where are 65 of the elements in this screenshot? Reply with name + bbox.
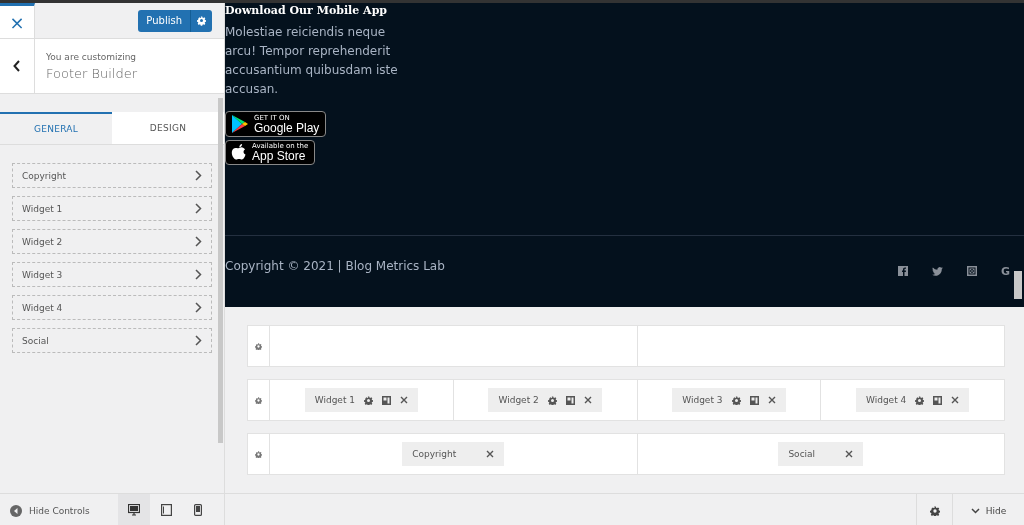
gear-icon bbox=[197, 15, 206, 26]
layout-icon[interactable] bbox=[565, 395, 575, 405]
badge-title: Google Play bbox=[254, 121, 320, 134]
layout-icon[interactable] bbox=[933, 395, 943, 405]
close-icon[interactable] bbox=[951, 396, 960, 404]
sidebar-item[interactable]: Social bbox=[12, 328, 212, 353]
gear-icon bbox=[255, 342, 262, 350]
gear-icon bbox=[255, 450, 262, 458]
scrollbar[interactable] bbox=[218, 98, 223, 443]
social-link[interactable]: G bbox=[1000, 264, 1010, 278]
widget-chip[interactable]: Widget 3 bbox=[672, 388, 786, 412]
back-circle-icon bbox=[10, 505, 22, 517]
chevron-icon bbox=[195, 335, 202, 346]
customizing-label: You are customizing bbox=[46, 51, 138, 62]
sidebar-item[interactable]: Widget 3 bbox=[12, 262, 212, 287]
layout-icon[interactable] bbox=[749, 395, 759, 405]
layout-icon[interactable] bbox=[382, 395, 391, 405]
close-icon[interactable] bbox=[845, 450, 854, 458]
gear-icon[interactable] bbox=[915, 395, 925, 405]
widget-chip[interactable]: Social bbox=[778, 442, 864, 466]
twitter-icon[interactable] bbox=[931, 266, 943, 276]
close-icon[interactable] bbox=[400, 396, 408, 404]
facebook-icon[interactable] bbox=[897, 266, 908, 276]
close-icon[interactable] bbox=[486, 450, 495, 458]
sidebar-item[interactable]: Widget 2 bbox=[12, 229, 212, 254]
sidebar-item[interactable]: Copyright bbox=[12, 163, 212, 188]
close-icon[interactable] bbox=[583, 396, 592, 404]
desktop-icon bbox=[128, 503, 140, 516]
gear-icon[interactable] bbox=[547, 395, 557, 405]
footer-heading: Download Our Mobile App bbox=[225, 4, 389, 17]
hide-controls-button[interactable]: Hide Controls bbox=[10, 505, 90, 517]
widget-chip[interactable]: Copyright bbox=[402, 442, 505, 466]
play-icon bbox=[231, 114, 249, 134]
mobile-icon bbox=[194, 503, 202, 516]
section-title: Footer Builder bbox=[46, 65, 138, 81]
close-button[interactable]: × bbox=[0, 3, 35, 38]
chevron-left-icon bbox=[13, 60, 21, 72]
tablet-icon bbox=[160, 503, 172, 516]
gear-icon[interactable] bbox=[731, 395, 741, 405]
chevron-down-icon bbox=[970, 508, 980, 514]
copyright-text: Copyright © 2021 | Blog Metrics Lab bbox=[225, 259, 445, 273]
chevron-icon bbox=[195, 236, 202, 247]
widget-chip[interactable]: Widget 4 bbox=[856, 388, 970, 412]
chevron-icon bbox=[195, 170, 202, 181]
chevron-icon bbox=[195, 269, 202, 280]
widget-chip[interactable]: Widget 1 bbox=[304, 388, 418, 412]
hide-button[interactable]: Hide bbox=[952, 494, 1024, 525]
chevron-icon bbox=[195, 203, 202, 214]
settings-button[interactable] bbox=[190, 9, 212, 32]
gear-icon bbox=[929, 506, 940, 516]
chevron-icon bbox=[195, 302, 202, 313]
tab[interactable]: GENERAL bbox=[0, 112, 112, 144]
gear-icon bbox=[255, 396, 262, 404]
sidebar-item[interactable]: Widget 1 bbox=[12, 196, 212, 221]
apple-icon bbox=[231, 143, 247, 162]
device-button[interactable] bbox=[118, 494, 150, 525]
sidebar-item[interactable]: Widget 4 bbox=[12, 295, 212, 320]
gear-icon[interactable] bbox=[364, 395, 373, 405]
footer-text: Molestiae reiciendis neque arcu! Tempor reprehenderit accusantium quibusdam iste accusan. bbox=[225, 24, 399, 98]
badge-title: App Store bbox=[252, 150, 307, 162]
instagram-icon[interactable] bbox=[966, 266, 977, 276]
close-icon[interactable] bbox=[767, 396, 776, 404]
widget-chip[interactable]: Widget 2 bbox=[488, 388, 602, 412]
scrollbar[interactable] bbox=[1014, 271, 1022, 299]
publish-button[interactable]: Publish bbox=[138, 9, 190, 32]
